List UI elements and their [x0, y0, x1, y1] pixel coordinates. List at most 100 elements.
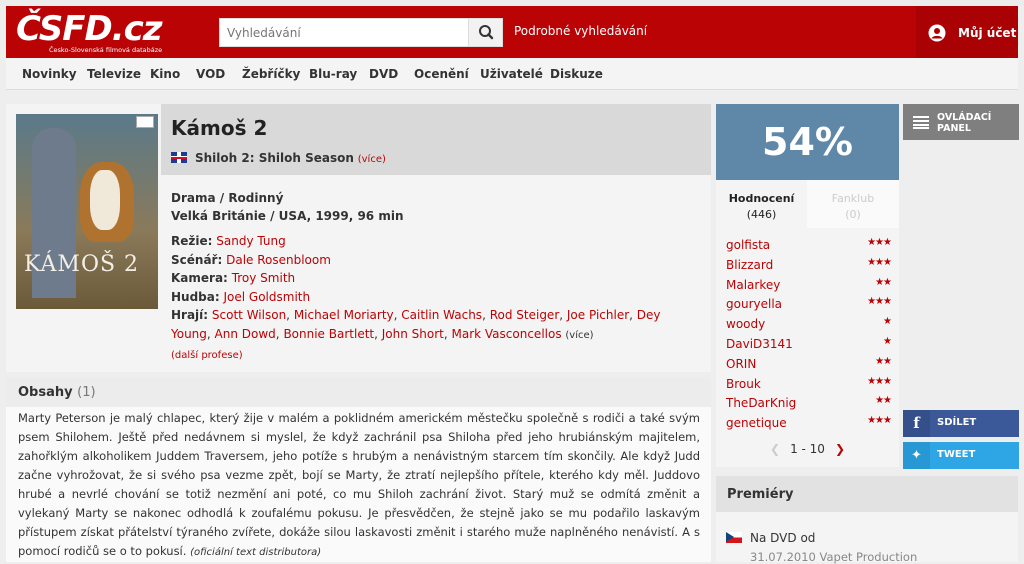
- cast-more-link[interactable]: (více): [565, 330, 593, 341]
- rating-box: 54% Hodnocení (446) Fanklub (0) golfista…: [716, 104, 899, 467]
- nav-item-uzivatele[interactable]: Uživatelé: [480, 67, 543, 81]
- list-item: golfista ★★★: [726, 237, 892, 258]
- premieres-header: Premiéry: [716, 476, 1018, 512]
- nav-item-kino[interactable]: Kino: [150, 67, 180, 81]
- nav-item-diskuze[interactable]: Diskuze: [550, 67, 603, 81]
- cast-link[interactable]: Scott Wilson: [212, 308, 286, 322]
- cast-link[interactable]: Caitlin Wachs: [401, 308, 482, 322]
- star-rating: ★★: [875, 395, 892, 407]
- search-input[interactable]: [220, 19, 468, 46]
- account-button[interactable]: Můj účet: [916, 6, 1018, 58]
- director-link[interactable]: Sandy Tung: [216, 234, 285, 248]
- writing-label: Scénář:: [171, 252, 223, 267]
- film-origin: Velká Británie / USA, 1999, 96 min: [171, 209, 404, 223]
- facebook-share-label: SDÍLET: [937, 417, 977, 428]
- star-rating: ★★★: [867, 375, 892, 387]
- cast-link[interactable]: Ann Dowd: [215, 327, 276, 341]
- premiere-label: Na DVD od: [750, 531, 816, 545]
- cast-link[interactable]: Michael Moriarty: [294, 308, 394, 322]
- nav-item-dvd[interactable]: DVD: [369, 67, 398, 81]
- page-range: 1 - 10: [790, 442, 825, 456]
- cast-link[interactable]: John Short: [382, 327, 444, 341]
- user-link[interactable]: Blizzard: [726, 258, 773, 272]
- pagination: ❮ 1 - 10 ❯: [716, 442, 899, 456]
- star-rating: ★★★: [867, 296, 892, 308]
- user-link[interactable]: woody: [726, 317, 765, 331]
- nav-item-televize[interactable]: Televize: [87, 67, 141, 81]
- advanced-search-link[interactable]: Podrobné vyhledávání: [514, 24, 647, 38]
- synopsis-header: Obsahy (1): [6, 377, 711, 407]
- film-genre: Drama / Rodinný: [171, 191, 284, 205]
- tab-fanclub[interactable]: Fanklub (0): [807, 180, 899, 228]
- uk-flag-icon: [171, 152, 187, 163]
- search-button[interactable]: [468, 19, 502, 46]
- cast-link[interactable]: Joe Pichler: [567, 308, 629, 322]
- user-link[interactable]: gouryella: [726, 297, 782, 311]
- synopsis-box: Obsahy (1) Marty Peterson je malý chlape…: [6, 377, 711, 562]
- user-icon: [928, 24, 946, 42]
- nav-item-novinky[interactable]: Novinky: [22, 67, 77, 81]
- user-link[interactable]: DaviD3141: [726, 337, 793, 351]
- more-titles-link[interactable]: (více): [358, 154, 386, 165]
- premiere-row: Na DVD od: [726, 531, 815, 545]
- camera-link[interactable]: Troy Smith: [232, 271, 295, 285]
- twitter-share-button[interactable]: ✦ TWEET: [903, 442, 1019, 469]
- search-icon: [479, 25, 494, 40]
- user-link[interactable]: TheDarKnig: [726, 396, 796, 410]
- search-box: [219, 18, 503, 47]
- facebook-icon: f: [903, 410, 930, 437]
- control-panel-button[interactable]: OVLÁDACÍ PANEL: [903, 104, 1019, 140]
- facebook-share-button[interactable]: f SDÍLET: [903, 410, 1019, 437]
- list-item: Brouk ★★★: [726, 375, 892, 397]
- cast-link[interactable]: Bonnie Bartlett: [283, 327, 374, 341]
- synopsis-title: Obsahy: [18, 385, 73, 400]
- credits-block: Režie: Sandy Tung Scénář: Dale Rosenbloo…: [171, 232, 696, 366]
- star-rating: ★: [883, 316, 892, 328]
- tab-ratings-count: (446): [746, 208, 777, 221]
- list-item: woody ★: [726, 316, 892, 337]
- music-link[interactable]: Joel Goldsmith: [224, 290, 311, 304]
- next-page-icon[interactable]: ❯: [835, 442, 845, 456]
- logo-text: ČSFD.cz: [16, 9, 163, 49]
- user-link[interactable]: golfista: [726, 238, 770, 252]
- list-item: Blizzard ★★★: [726, 257, 892, 278]
- twitter-share-label: TWEET: [937, 449, 976, 460]
- synopsis-source: (oficiální text distributora): [190, 547, 322, 558]
- synopsis-count: (1): [77, 385, 96, 400]
- user-link[interactable]: Brouk: [726, 377, 761, 391]
- list-item: ORIN ★★: [726, 355, 892, 377]
- cast-link[interactable]: Rod Steiger: [490, 308, 560, 322]
- prev-page-icon[interactable]: ❮: [770, 442, 780, 456]
- list-item: Malarkey ★★: [726, 276, 892, 298]
- original-title: Shiloh 2: Shiloh Season: [195, 151, 354, 165]
- star-rating: ★★: [875, 355, 892, 367]
- star-rating: ★★: [875, 276, 892, 288]
- list-item: TheDarKnig ★★: [726, 395, 892, 416]
- nav-item-bluray[interactable]: Blu-ray: [309, 67, 357, 81]
- site-header: ČSFD.cz Česko-Slovenská filmová databáze…: [6, 6, 1018, 58]
- writer-link[interactable]: Dale Rosenbloom: [226, 253, 331, 267]
- list-item: gouryella ★★★: [726, 296, 892, 317]
- nav-item-zebricky[interactable]: Žebříčky: [242, 67, 300, 81]
- nav-item-vod[interactable]: VOD: [196, 67, 225, 81]
- cast-link[interactable]: Mark Vasconcellos: [452, 327, 562, 341]
- user-link[interactable]: genetique: [726, 416, 787, 430]
- main-nav: Novinky Televize Kino VOD Žebříčky Blu-r…: [6, 58, 1018, 90]
- film-poster[interactable]: KÁMOŠ 2: [16, 114, 158, 309]
- genre-block: Drama / Rodinný Velká Británie / USA, 19…: [171, 189, 404, 225]
- synopsis-text: Marty Peterson je malý chlapec, který ži…: [18, 409, 700, 562]
- original-title-row: Shiloh 2: Shiloh Season (více): [171, 151, 386, 165]
- site-logo[interactable]: ČSFD.cz Česko-Slovenská filmová databáze: [16, 9, 181, 54]
- nav-item-oceneni[interactable]: Ocenění: [414, 67, 469, 81]
- tab-ratings[interactable]: Hodnocení (446): [716, 180, 807, 228]
- list-item: genetique ★★★: [726, 415, 892, 436]
- menu-icon: [913, 116, 929, 129]
- tab-fanclub-label: Fanklub: [831, 192, 875, 205]
- user-link[interactable]: Malarkey: [726, 278, 780, 292]
- user-link[interactable]: ORIN: [726, 357, 756, 371]
- star-rating: ★★★: [867, 415, 892, 427]
- cast-row: Hrají: Scott Wilson, Michael Moriarty, C…: [171, 308, 661, 341]
- twitter-icon: ✦: [903, 442, 930, 469]
- other-professions-link[interactable]: (další profese): [171, 350, 243, 361]
- tab-fanclub-count: (0): [845, 208, 861, 221]
